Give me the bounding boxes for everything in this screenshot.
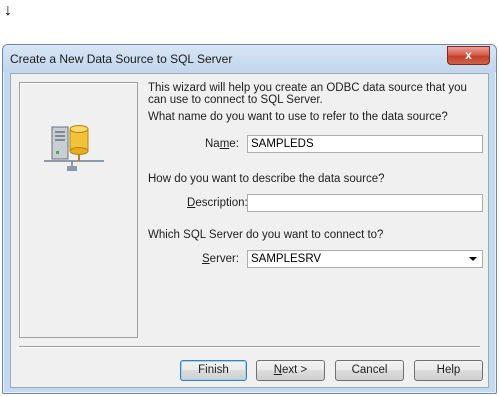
wizard-image-panel	[19, 82, 138, 338]
server-value: SAMPLESRV	[251, 253, 322, 265]
finish-button[interactable]: Finish	[180, 360, 247, 381]
intro-text: This wizard will help you create an ODBC…	[148, 82, 467, 106]
title-bar[interactable]: Create a New Data Source to SQL Server x	[3, 45, 496, 72]
close-button[interactable]: x	[447, 46, 490, 65]
description-input[interactable]	[247, 194, 483, 212]
name-question: What name do you want to use to refer to…	[148, 111, 448, 123]
server-combobox[interactable]: SAMPLESRV	[247, 250, 483, 268]
description-label: Description:	[187, 197, 248, 209]
caption-arrow: ↓	[4, 2, 12, 19]
dialog-body: This wizard will help you create an ODBC…	[10, 73, 489, 388]
description-question: How do you want to describe the data sou…	[148, 173, 385, 185]
next-button[interactable]: Next >	[256, 360, 325, 381]
window-title: Create a New Data Source to SQL Server	[10, 52, 233, 66]
name-input[interactable]: SAMPLEDS	[247, 135, 483, 153]
name-label: Name:	[205, 138, 239, 150]
close-icon: x	[465, 48, 472, 62]
help-button[interactable]: Help	[414, 360, 483, 381]
computer-database-icon	[44, 125, 104, 171]
chevron-down-icon[interactable]	[469, 257, 477, 261]
server-label: Server:	[202, 253, 240, 265]
button-separator	[19, 346, 480, 348]
dialog-window: Create a New Data Source to SQL Server x	[2, 44, 497, 394]
server-question: Which SQL Server do you want to connect …	[148, 229, 384, 241]
cancel-button[interactable]: Cancel	[335, 360, 404, 381]
